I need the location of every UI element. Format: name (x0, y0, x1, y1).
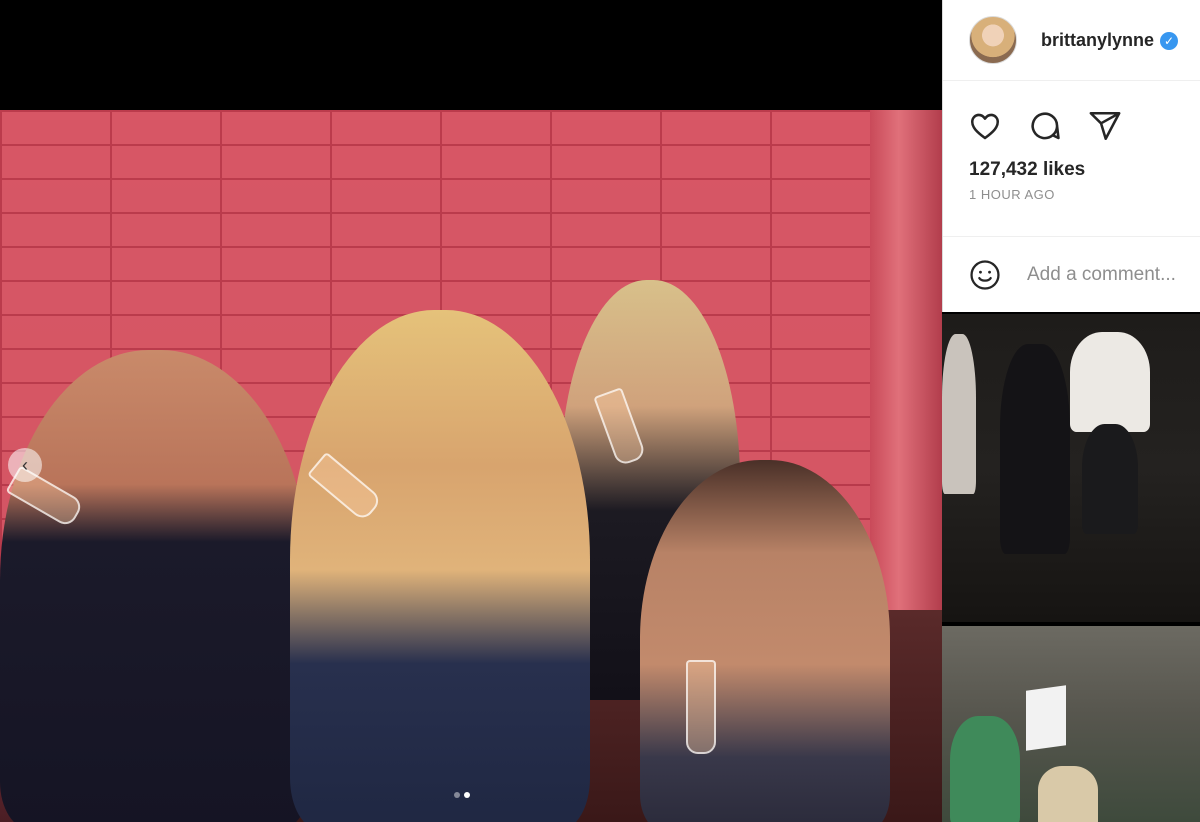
post-header: brittanylynne ✓ (943, 0, 1200, 81)
emoji-button[interactable] (967, 257, 1003, 293)
previous-slide-button[interactable]: ‹ (8, 448, 42, 482)
media-viewer: ‹ (0, 0, 942, 822)
pager-dot-active (464, 792, 470, 798)
person-figure (950, 716, 1020, 822)
person-figure (1082, 424, 1138, 534)
comment-input[interactable] (1025, 263, 1199, 287)
like-button[interactable] (967, 108, 1003, 144)
comment-bar (943, 236, 1200, 313)
comment-icon (1031, 112, 1060, 140)
person-figure (1070, 332, 1150, 432)
post-side-panel: brittanylynne ✓ 127,432 likes 1 HOUR AGO (942, 0, 1200, 312)
share-button[interactable] (1087, 108, 1123, 144)
verified-badge-icon: ✓ (1160, 31, 1179, 50)
flag (1026, 685, 1066, 751)
person-figure (640, 460, 890, 822)
person-figure (1038, 766, 1098, 822)
comment-button[interactable] (1027, 108, 1063, 144)
related-post-thumbnail[interactable] (942, 314, 1200, 622)
username-link[interactable]: brittanylynne ✓ (1041, 29, 1179, 51)
share-icon (1089, 111, 1121, 141)
heart-icon (970, 113, 1000, 140)
person-figure (0, 350, 310, 822)
carousel-pager (454, 792, 470, 798)
likes-count[interactable]: 127,432 likes (943, 143, 1200, 181)
post-photo[interactable] (0, 110, 942, 822)
person-figure (290, 310, 590, 822)
username-text: brittanylynne (1041, 29, 1155, 50)
champagne-glass (686, 660, 716, 754)
pager-dot (454, 792, 460, 798)
person-figure (942, 334, 976, 494)
post-timestamp: 1 HOUR AGO (969, 187, 1055, 202)
avatar[interactable] (969, 16, 1017, 64)
chevron-left-icon: ‹ (22, 454, 28, 475)
action-bar (943, 81, 1200, 143)
person-figure (1000, 344, 1070, 554)
related-post-thumbnail[interactable] (942, 626, 1200, 822)
emoji-icon (970, 260, 1000, 290)
